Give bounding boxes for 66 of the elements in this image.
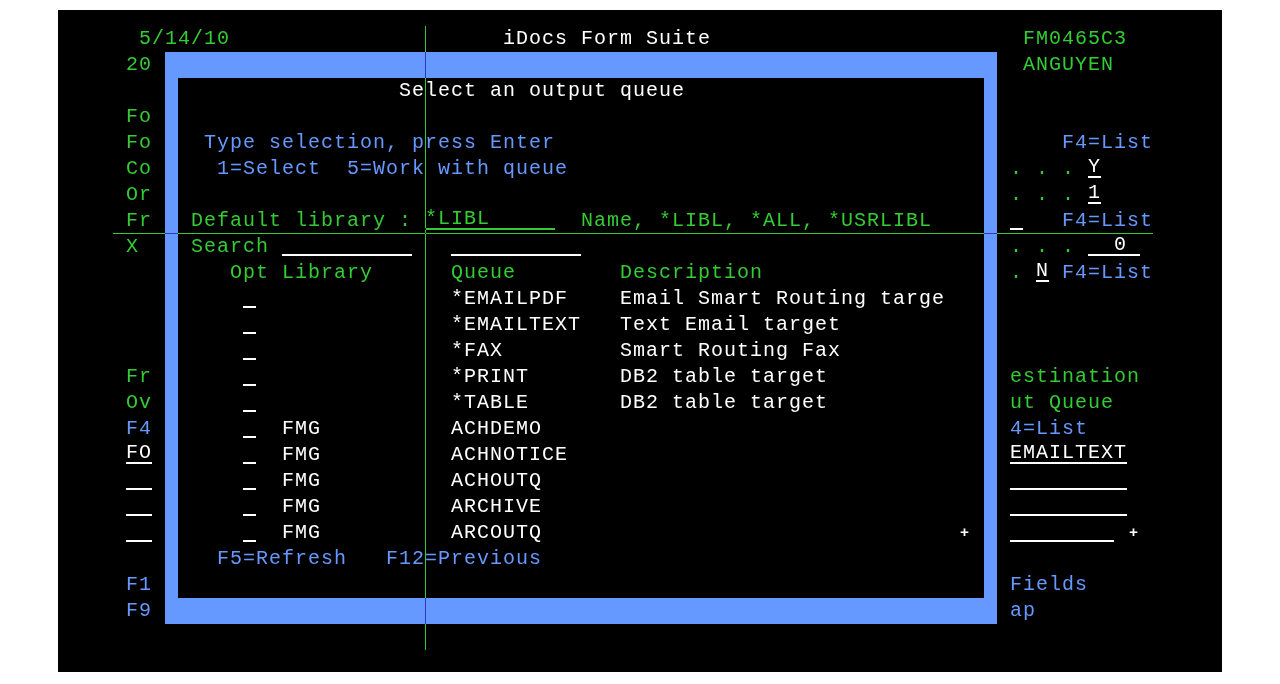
table-cell: FMG [282, 470, 321, 492]
option-hint: 1=Select [217, 158, 321, 180]
table-cell: ARCHIVE [451, 496, 542, 518]
key-hint: Fields [1010, 574, 1088, 596]
more-indicator: + [1129, 525, 1138, 541]
function-key-hint: F5=Refresh [217, 548, 348, 570]
screen-title: iDocs Form Suite [503, 28, 712, 50]
screen-date: 5/14/10 [139, 28, 230, 50]
library-hint: Name, *LIBL, *ALL, *USRLIBL [581, 210, 933, 232]
library-label: Default library : [191, 210, 413, 232]
program-id: FM0465C3 [1023, 28, 1127, 50]
library-field[interactable]: *LIBL [425, 208, 555, 230]
table-cell: FMG [282, 418, 321, 440]
column-header: Description [620, 262, 764, 284]
screen-label: estination [1010, 366, 1141, 388]
screen-label: Co [126, 158, 152, 180]
table-cell: ACHDEMO [451, 418, 542, 440]
column-header: Opt [230, 262, 269, 284]
dot-leader: . . . [1010, 184, 1075, 206]
key-hint: F9 [126, 600, 152, 622]
table-cell: DB2 table target [620, 392, 829, 414]
table-cell: DB2 table target [620, 366, 829, 388]
table-cell: ACHOUTQ [451, 470, 542, 492]
table-cell: *EMAILTEXT [451, 314, 582, 336]
table-cell: *TABLE [451, 392, 529, 414]
table-cell: FMG [282, 522, 321, 544]
key-hint: F4=List [1062, 132, 1153, 154]
option-hint: 5=Work with queue [347, 158, 569, 180]
screen-label: ANGUYEN [1023, 54, 1114, 76]
screen-label: Or [126, 184, 152, 206]
screen-label: Fo [126, 132, 152, 154]
dot-leader: . . . [1010, 236, 1075, 258]
more-indicator: + [960, 525, 969, 541]
screen-label: Ov [126, 392, 152, 414]
input-field[interactable]: EMAILTEXT [1010, 442, 1127, 464]
key-hint: F4=List [1062, 210, 1153, 232]
key-hint: ap [1010, 600, 1036, 622]
dot-leader: . . . [1010, 158, 1075, 180]
key-hint: F4=List [1062, 262, 1153, 284]
table-cell: Smart Routing Fax [620, 340, 842, 362]
key-hint: F1 [126, 574, 152, 596]
dot-leader: . [1010, 262, 1023, 284]
table-cell: FMG [282, 444, 321, 466]
search-label: Search [191, 236, 269, 258]
screen-label: X [126, 236, 139, 258]
input-field[interactable]: FO [126, 442, 152, 464]
key-hint: F4 [126, 418, 152, 440]
table-cell: *FAX [451, 340, 503, 362]
screen-label: Fo [126, 106, 152, 128]
screen-label: Fr [126, 210, 152, 232]
screen-label: 20 [126, 54, 152, 76]
input-field[interactable]: 1 [1088, 182, 1101, 204]
table-cell: ARCOUTQ [451, 522, 542, 544]
table-cell: *EMAILPDF [451, 288, 569, 310]
table-cell: *PRINT [451, 366, 529, 388]
key-hint: 4=List [1010, 418, 1088, 440]
input-field[interactable]: Y [1088, 156, 1101, 178]
screen-label: Fr [126, 366, 152, 388]
table-cell: Email Smart Routing targe [620, 288, 946, 310]
table-cell: FMG [282, 496, 321, 518]
table-cell: ACHNOTICE [451, 444, 569, 466]
input-field[interactable]: N [1036, 260, 1049, 282]
column-header: Queue [451, 262, 516, 284]
screen-label: ut Queue [1010, 392, 1114, 414]
table-cell: Text Email target [620, 314, 842, 336]
column-header: Library [282, 262, 373, 284]
